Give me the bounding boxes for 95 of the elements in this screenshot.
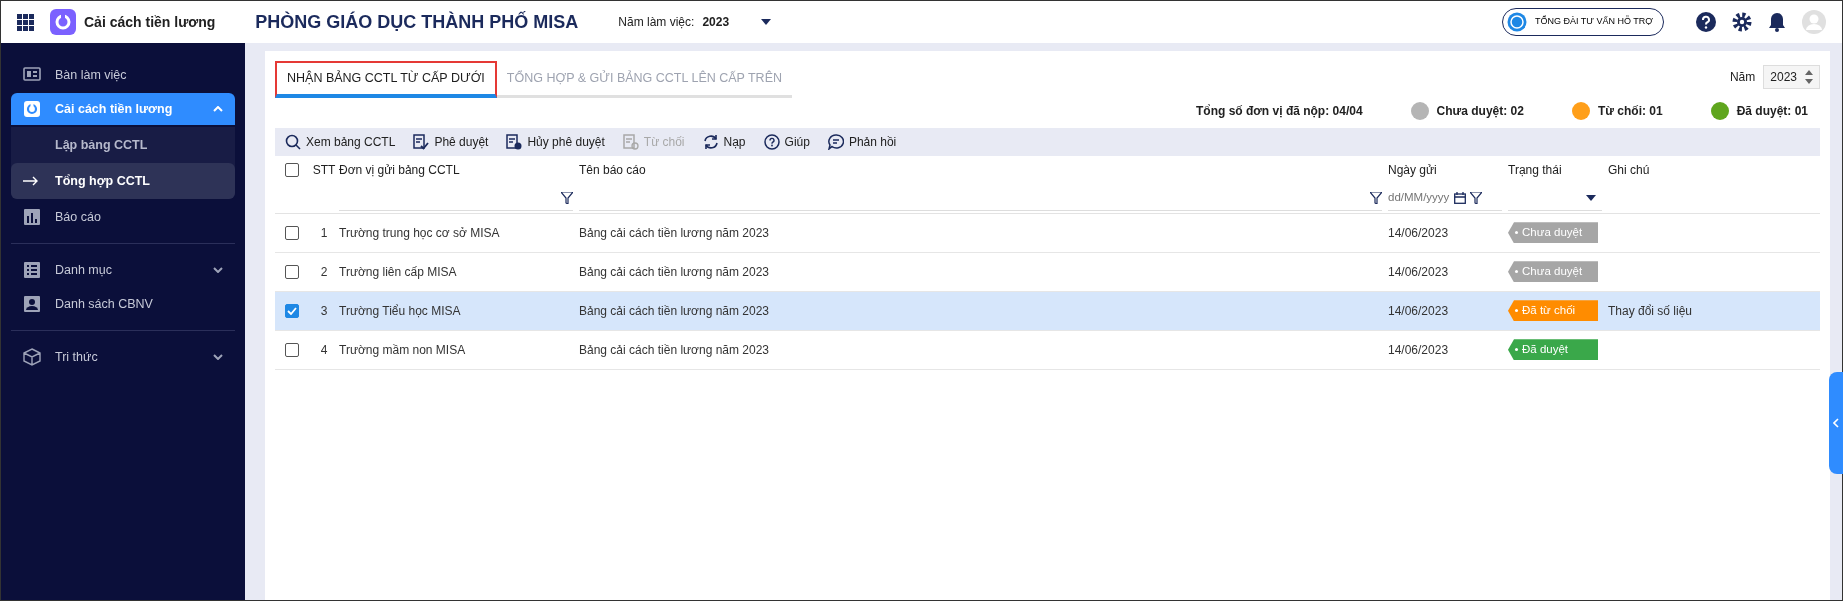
sidebar-item[interactable]: Bàn làm việc	[11, 59, 235, 91]
arrow-right-icon	[23, 176, 39, 186]
collapse-panel-handle[interactable]	[1829, 372, 1843, 474]
wrench-icon	[23, 100, 41, 118]
status-tag: Chưa duyệt	[1508, 261, 1598, 283]
support-hotline-button[interactable]: TỔNG ĐÀI TƯ VẤN HỖ TRỢ	[1501, 8, 1664, 36]
sent-date: 14/06/2023	[1388, 341, 1449, 359]
checkmark-icon	[287, 306, 297, 315]
column-header: Trạng thái	[1508, 161, 1562, 179]
column-header: STT	[312, 161, 336, 179]
sidebar-item[interactable]: Danh sách CBNV	[11, 288, 235, 320]
year-spinner-field[interactable]: 2023	[1763, 65, 1820, 89]
chevron-left-icon	[1833, 418, 1839, 428]
select-all-checkbox[interactable]	[285, 162, 299, 177]
report-name: Bảng cải cách tiền lương năm 2023	[579, 302, 770, 320]
row-number: 3	[320, 302, 328, 320]
calendar-icon[interactable]	[1454, 191, 1466, 204]
help-icon[interactable]	[1696, 12, 1716, 32]
sent-date: 14/06/2023	[1388, 302, 1449, 320]
tab[interactable]: NHẬN BẢNG CCTL TỪ CẤP DƯỚI	[275, 61, 497, 98]
table-row[interactable]: 1 Trường trung học cơ sở MISA Bảng cải cách tiền lương năm 2023 14/06/2023 Chưa duyệt	[275, 213, 1820, 253]
search-icon	[285, 133, 301, 150]
row-checkbox[interactable]	[285, 303, 299, 318]
toolbar-button[interactable]: Phản hồi	[827, 132, 897, 151]
help-icon	[763, 133, 780, 150]
row-number: 2	[320, 263, 328, 281]
sidebar-item[interactable]: Danh mục	[11, 254, 235, 286]
chevron-down-icon	[213, 354, 223, 360]
document-check-icon	[413, 133, 430, 150]
sidebar-item[interactable]: Báo cáo	[11, 201, 235, 233]
document-block-icon	[622, 133, 639, 150]
column-header: Tên báo cáo	[579, 161, 646, 179]
sidebar-item[interactable]: Tri thức	[11, 341, 235, 373]
unit-name: Trường liên cấp MISA	[339, 263, 457, 281]
chevron-down-icon	[213, 267, 223, 273]
cube-icon	[23, 348, 41, 366]
status-tag: Đã từ chối	[1508, 300, 1598, 322]
chevron-up-icon	[213, 106, 223, 112]
sidebar-subitem[interactable]: Tổng hợp CCTL	[11, 163, 235, 199]
submitted-total-text: Tổng số đơn vị đã nộp: 04/04	[1196, 102, 1363, 120]
spinner-arrows-icon	[1805, 70, 1813, 84]
toolbar-button[interactable]: Nạp	[702, 132, 746, 151]
column-header: Ngày gửi	[1388, 161, 1437, 179]
report-name: Bảng cải cách tiền lương năm 2023	[579, 263, 770, 281]
legend-label: Đã duyệt: 01	[1736, 102, 1808, 120]
sent-date: 14/06/2023	[1388, 263, 1449, 281]
dropdown-caret-icon[interactable]	[761, 19, 772, 25]
unit-name: Trường mầm non MISA	[339, 341, 466, 359]
person-card-icon	[23, 295, 41, 313]
unit-name: Trường trung học cơ sở MISA	[339, 224, 500, 242]
row-checkbox[interactable]	[285, 264, 299, 279]
filter-icon[interactable]	[1370, 191, 1382, 204]
phone-icon	[1506, 12, 1527, 32]
toolbar-button[interactable]: Phê duyệt	[413, 132, 489, 151]
dropdown-caret-icon	[1586, 194, 1596, 201]
table-row[interactable]: 2 Trường liên cấp MISA Bảng cải cách tiền lương năm 2023 14/06/2023 Chưa duyệt	[275, 252, 1820, 292]
row-number: 4	[320, 341, 328, 359]
status-tag: Chưa duyệt	[1508, 222, 1598, 244]
notification-bell-icon[interactable]	[1768, 12, 1786, 32]
filter-icon[interactable]	[1470, 191, 1482, 204]
row-checkbox[interactable]	[285, 225, 299, 240]
report-name: Bảng cải cách tiền lương năm 2023	[579, 224, 770, 242]
chat-bubble-icon	[827, 133, 844, 150]
status-tag: Đã duyệt	[1508, 339, 1598, 361]
year-label: Năm làm việc:	[618, 14, 695, 31]
toolbar-button[interactable]: Giúp	[763, 132, 810, 151]
app-logo-icon	[50, 9, 76, 35]
apps-grid-icon[interactable]	[17, 13, 34, 31]
row-checkbox[interactable]	[285, 342, 299, 357]
column-header: Đơn vị gửi bảng CCTL	[339, 161, 460, 179]
sidebar-subitem[interactable]: Lập bảng CCTL	[11, 127, 235, 163]
date-filter-input[interactable]: dd/MM/yyyy	[1388, 189, 1450, 207]
report-name: Bảng cải cách tiền lương năm 2023	[579, 341, 770, 359]
refresh-icon	[702, 133, 719, 150]
column-header: Ghi chú	[1608, 161, 1650, 179]
settings-icon[interactable]	[1732, 12, 1752, 32]
unit-name: Trường Tiểu học MISA	[339, 302, 461, 320]
toolbar-button[interactable]: Hủy phê duyệt	[506, 132, 605, 151]
monitor-icon	[23, 66, 41, 84]
legend-label: Chưa duyệt: 02	[1436, 102, 1524, 120]
note-text: Thay đổi số liệu	[1608, 302, 1693, 320]
toolbar-button[interactable]: Xem bảng CCTL	[285, 132, 396, 151]
list-icon	[23, 261, 41, 279]
document-cancel-icon	[506, 133, 523, 150]
bar-chart-icon	[23, 208, 41, 226]
app-name: Cải cách tiền lương	[84, 12, 216, 32]
sent-date: 14/06/2023	[1388, 224, 1449, 242]
table-row[interactable]: 3 Trường Tiểu học MISA Bảng cải cách tiền lương năm 2023 14/06/2023 Đã từ chối Thay đổi số liệu	[275, 291, 1820, 331]
year-filter-label: Năm	[1729, 69, 1756, 86]
organization-title: PHÒNG GIÁO DỤC THÀNH PHỐ MISA	[255, 10, 579, 34]
table-row[interactable]: 4 Trường mầm non MISA Bảng cải cách tiền lương năm 2023 14/06/2023 Đã duyệt	[275, 330, 1820, 370]
legend-label: Từ chối: 01	[1597, 102, 1663, 120]
row-number: 1	[320, 224, 328, 242]
filter-icon[interactable]	[561, 191, 573, 204]
year-value[interactable]: 2023	[702, 13, 730, 31]
